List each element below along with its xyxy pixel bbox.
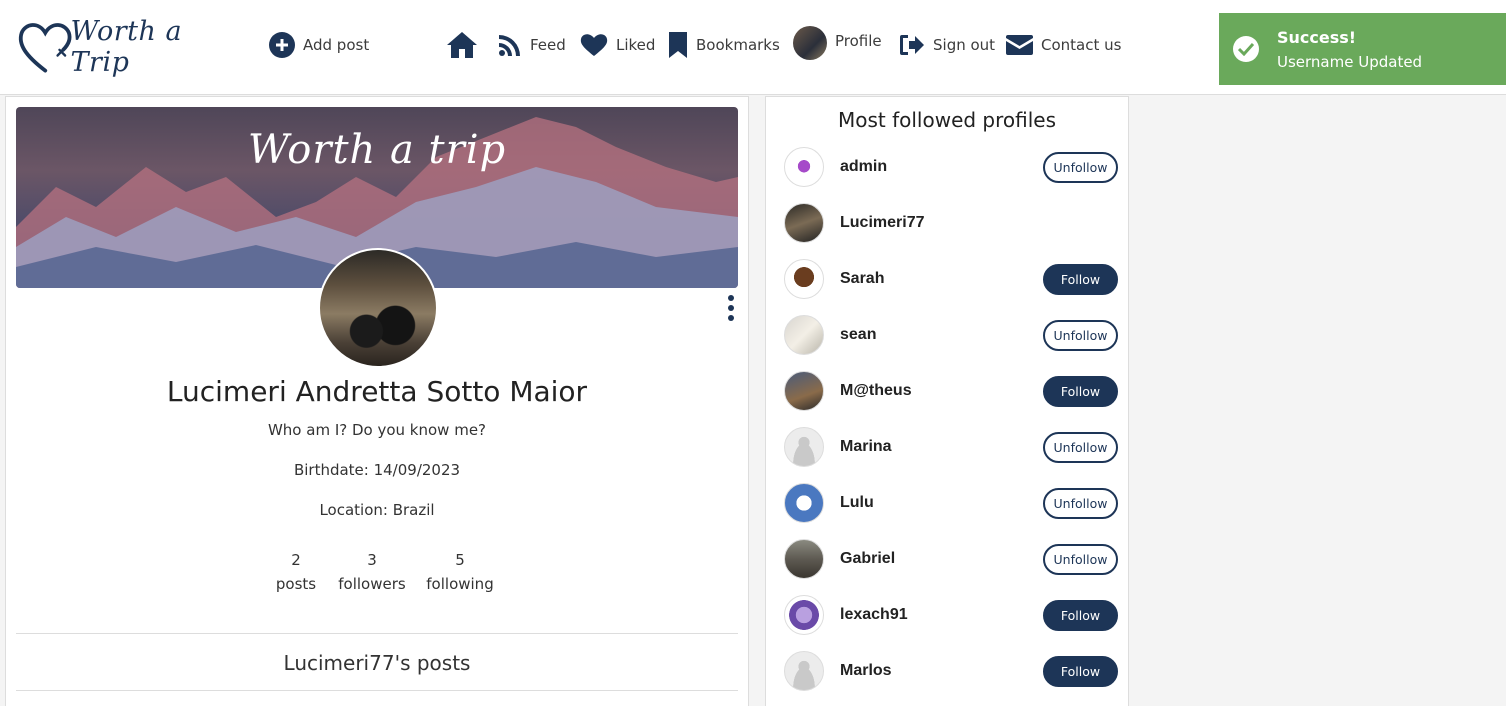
unfollow-button[interactable]: Unfollow xyxy=(1043,543,1118,575)
stat-following: 5 following xyxy=(420,548,500,596)
divider xyxy=(16,690,738,691)
nav-avatar xyxy=(793,26,827,60)
home-icon xyxy=(447,32,477,58)
stat-following-count: 5 xyxy=(455,551,465,569)
toast-message: Username Updated xyxy=(1277,52,1423,71)
profile-name: Lucimeri77 xyxy=(840,214,925,231)
nav-feed-label: Feed xyxy=(530,36,566,54)
profile-row-sean[interactable]: sean Unfollow xyxy=(784,315,1118,355)
profile-row-matheus[interactable]: M@theus Follow xyxy=(784,371,1118,411)
globe-avatar-icon xyxy=(784,483,824,523)
unfollow-button[interactable]: Unfollow xyxy=(1043,431,1118,463)
follow-button[interactable]: Follow xyxy=(1043,599,1118,631)
profile-bio: Who am I? Do you know me? xyxy=(267,421,487,439)
stat-posts-label: posts xyxy=(275,575,317,593)
plus-circle-icon xyxy=(269,32,295,58)
banner-title: Worth a trip xyxy=(247,127,507,173)
profile-row-marlos[interactable]: Marlos Follow xyxy=(784,651,1118,691)
follow-button[interactable]: Follow xyxy=(1043,655,1118,687)
nav-sign-out[interactable]: Sign out xyxy=(899,28,995,62)
profile-name: lexach91 xyxy=(840,606,908,623)
profile-row-lexach91[interactable]: lexach91 Follow xyxy=(784,595,1118,635)
avatar xyxy=(784,147,824,187)
stat-followers-label: followers xyxy=(338,575,406,593)
profile-card: Worth a trip Lucimeri Andretta Sotto Mai… xyxy=(5,96,749,706)
nav-liked[interactable]: Liked xyxy=(580,28,655,62)
profile-name: M@theus xyxy=(840,382,912,399)
logo-text: Worth a Trip xyxy=(70,16,183,78)
profile-birthdate: Birthdate: 14/09/2023 xyxy=(293,461,461,479)
divider xyxy=(16,633,738,634)
profile-row-lulu[interactable]: Lulu Unfollow xyxy=(784,483,1118,523)
nav-bookmarks-label: Bookmarks xyxy=(696,36,780,54)
nav-home[interactable] xyxy=(446,28,478,62)
profile-name: Lulu xyxy=(840,494,874,511)
nav-add-post[interactable]: Add post xyxy=(269,28,369,62)
profile-stats: 2 posts 3 followers 5 following xyxy=(268,548,500,596)
profile-full-name: Lucimeri Andretta Sotto Maior xyxy=(166,375,588,408)
bookmark-icon xyxy=(669,32,687,58)
nav-profile-label: Profile xyxy=(835,32,882,50)
stat-followers: 3 followers xyxy=(332,548,412,596)
profile-name: Gabriel xyxy=(840,550,896,567)
nav-profile[interactable]: Profile xyxy=(793,26,882,60)
success-toast: Success! Username Updated xyxy=(1219,13,1506,85)
nav-contact-label: Contact us xyxy=(1041,36,1122,54)
envelope-icon xyxy=(1006,35,1033,55)
profile-name: Sarah xyxy=(840,270,885,287)
default-avatar-icon xyxy=(784,651,824,691)
heart-icon xyxy=(580,34,608,56)
profile-row-gabriel[interactable]: Gabriel Unfollow xyxy=(784,539,1118,579)
default-avatar-icon xyxy=(784,427,824,467)
profile-row-admin[interactable]: admin Unfollow xyxy=(784,147,1118,187)
avatar xyxy=(784,371,824,411)
avatar xyxy=(784,315,824,355)
profile-name: sean xyxy=(840,326,877,343)
profile-location: Location: Brazil xyxy=(319,501,435,519)
stat-followers-count: 3 xyxy=(367,551,377,569)
rss-icon xyxy=(499,35,520,56)
stat-posts: 2 posts xyxy=(268,548,324,596)
unfollow-button[interactable]: Unfollow xyxy=(1043,319,1118,351)
check-circle-icon xyxy=(1233,36,1259,62)
nav-contact[interactable]: Contact us xyxy=(1006,28,1121,62)
profile-name: Marina xyxy=(840,438,892,455)
nav-add-post-label: Add post xyxy=(303,36,370,54)
nav-sign-out-label: Sign out xyxy=(933,36,996,54)
toast-title: Success! xyxy=(1277,27,1357,47)
most-followed-sidebar: Most followed profiles admin Unfollow Lu… xyxy=(765,96,1129,706)
more-options-icon[interactable] xyxy=(726,295,736,321)
follow-button[interactable]: Follow xyxy=(1043,263,1118,295)
profile-row-marina[interactable]: Marina Unfollow xyxy=(784,427,1118,467)
stat-posts-count: 2 xyxy=(291,551,301,569)
profile-name: admin xyxy=(840,158,888,175)
sidebar-title: Most followed profiles xyxy=(837,108,1057,132)
avatar xyxy=(784,539,824,579)
nav-feed[interactable]: Feed xyxy=(498,28,566,62)
heart-logo-icon xyxy=(18,23,72,73)
posts-heading: Lucimeri77's posts xyxy=(283,651,471,675)
profile-name: Marlos xyxy=(840,662,892,679)
nav-liked-label: Liked xyxy=(616,36,656,54)
avatar xyxy=(784,595,824,635)
sign-out-icon xyxy=(900,35,924,55)
stat-following-label: following xyxy=(426,575,494,593)
avatar xyxy=(784,259,824,299)
follow-button[interactable]: Follow xyxy=(1043,375,1118,407)
nav-bookmarks[interactable]: Bookmarks xyxy=(668,28,780,62)
avatar xyxy=(784,203,824,243)
unfollow-button[interactable]: Unfollow xyxy=(1043,151,1118,183)
profile-row-lucimeri77[interactable]: Lucimeri77 xyxy=(784,203,1118,243)
logo[interactable]: Worth a Trip xyxy=(16,16,240,78)
profile-row-sarah[interactable]: Sarah Follow xyxy=(784,259,1118,299)
profile-avatar xyxy=(318,248,438,368)
unfollow-button[interactable]: Unfollow xyxy=(1043,487,1118,519)
